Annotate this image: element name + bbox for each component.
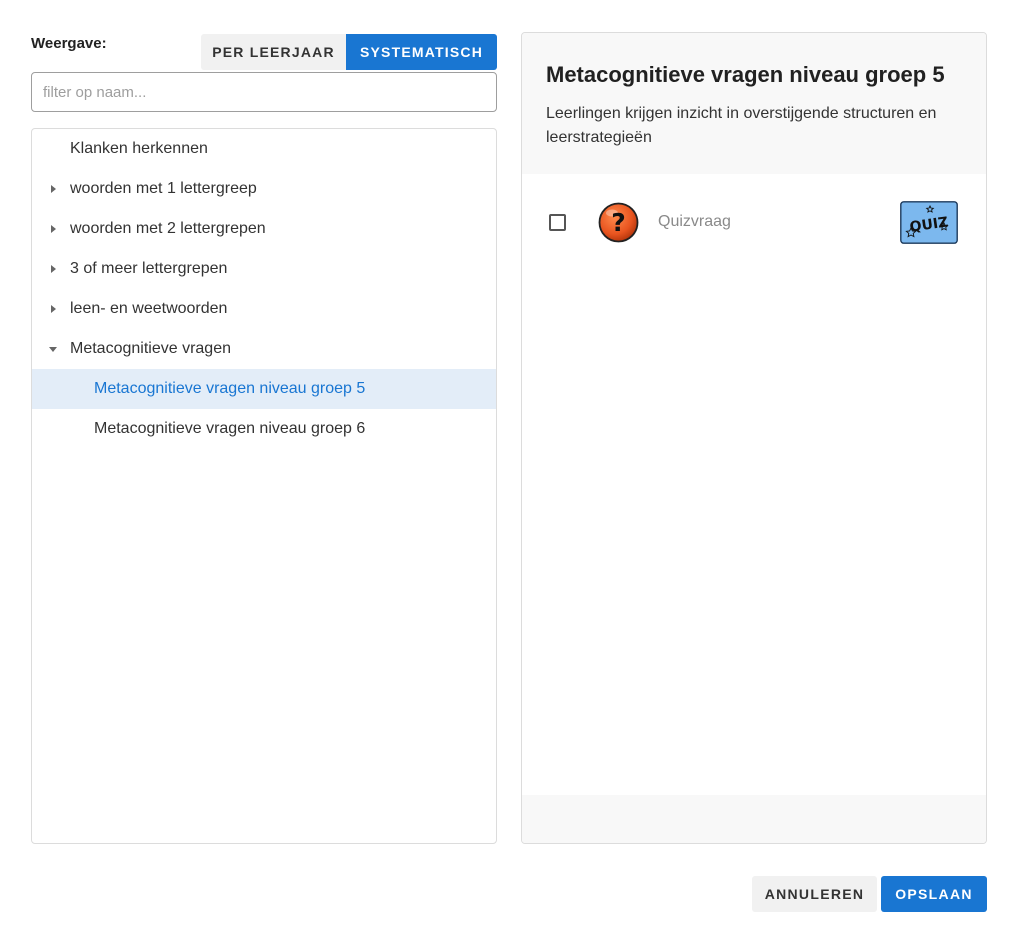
tree-item-label: leen- en weetwoorden — [70, 300, 228, 317]
caret-right-icon[interactable] — [47, 263, 59, 275]
content-item-label: Quizvraag — [658, 213, 731, 230]
tree-item-label: Klanken herkennen — [70, 140, 208, 157]
tree-item[interactable]: woorden met 2 lettergrepen — [32, 209, 496, 249]
caret-right-icon[interactable] — [47, 223, 59, 235]
save-button[interactable]: OPSLAAN — [881, 876, 987, 912]
tree-item-label: woorden met 1 lettergreep — [70, 180, 257, 197]
tree-item-label: woorden met 2 lettergrepen — [70, 220, 266, 237]
view-label: Weergave: — [31, 35, 107, 52]
tree-item[interactable]: leen- en weetwoorden — [32, 289, 496, 329]
detail-description: Leerlingen krijgen inzicht in overstijge… — [546, 105, 937, 146]
content-item-checkbox[interactable] — [549, 214, 566, 231]
tree-item-label: Metacognitieve vragen niveau groep 5 — [94, 380, 366, 397]
filter-input[interactable] — [31, 72, 497, 112]
caret-right-icon[interactable] — [47, 303, 59, 315]
view-toggle: PER LEERJAAR SYSTEMATISCH — [201, 34, 497, 70]
tree-item[interactable]: Metacognitieve vragen niveau groep 6 — [32, 409, 496, 449]
tree-item-label: Metacognitieve vragen niveau groep 6 — [94, 420, 366, 437]
tree-item[interactable]: Klanken herkennen — [32, 129, 496, 169]
tree-item-label: 3 of meer lettergrepen — [70, 260, 228, 277]
svg-text:?: ? — [611, 208, 626, 237]
detail-header: Metacognitieve vragen niveau groep 5 Lee… — [522, 33, 986, 174]
detail-panel: Metacognitieve vragen niveau groep 5 Lee… — [521, 32, 987, 844]
detail-footer — [522, 795, 986, 843]
tree-item-selected[interactable]: Metacognitieve vragen niveau groep 5 — [32, 369, 496, 409]
category-tree: Klanken herkennen woorden met 1 lettergr… — [31, 128, 497, 844]
tree-item[interactable]: woorden met 1 lettergreep — [32, 169, 496, 209]
caret-right-icon[interactable] — [47, 183, 59, 195]
question-icon: ? — [598, 202, 639, 243]
caret-down-icon[interactable] — [47, 343, 59, 355]
view-systematisch-button[interactable]: SYSTEMATISCH — [346, 34, 497, 70]
quiz-badge-icon: QUIZ — [900, 201, 958, 244]
tree-item-label: Metacognitieve vragen — [70, 340, 231, 357]
detail-title: Metacognitieve vragen niveau groep 5 — [546, 62, 945, 87]
cancel-button[interactable]: ANNULEREN — [752, 876, 877, 912]
tree-item[interactable]: 3 of meer lettergrepen — [32, 249, 496, 289]
tree-item[interactable]: Metacognitieve vragen — [32, 329, 496, 369]
content-item-row: ? Quizvraag QUIZ — [522, 201, 986, 245]
view-per-leerjaar-button[interactable]: PER LEERJAAR — [201, 34, 346, 70]
